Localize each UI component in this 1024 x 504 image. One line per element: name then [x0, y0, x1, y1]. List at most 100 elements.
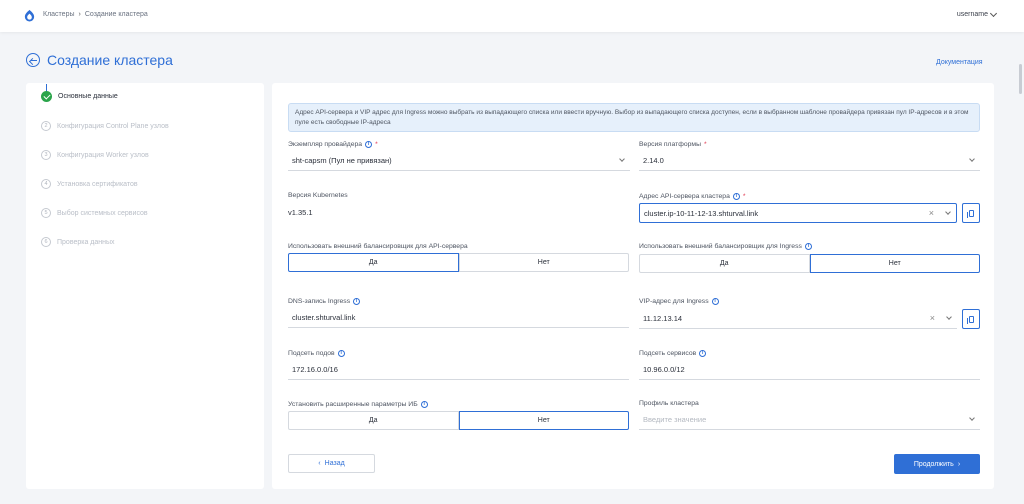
step-number: 3 — [41, 150, 51, 160]
cluster-profile-select[interactable]: Введите значение — [639, 410, 980, 430]
copy-icon — [966, 315, 974, 324]
label-text: Подсеть сервисов — [639, 350, 697, 357]
breadcrumb-create-cluster: Создание кластера — [84, 11, 148, 18]
chevron-down-icon — [945, 209, 951, 215]
step-certificates: 4 Установка сертификатов — [41, 179, 138, 189]
info-icon[interactable]: i — [732, 193, 740, 200]
breadcrumb-separator: › — [78, 11, 81, 18]
back-arrow-icon[interactable] — [26, 53, 40, 67]
info-icon[interactable]: i — [711, 298, 719, 305]
input-value: 11.12.13.14 — [643, 314, 683, 323]
provider-instance-select[interactable]: sht-capsm (Пул не привязан) — [288, 151, 630, 171]
steps-panel — [26, 83, 264, 489]
external-lb-ingress-yes[interactable]: Да — [639, 254, 810, 273]
api-server-address-input[interactable]: cluster.ip-10-11-12-13.shturval.link × — [639, 203, 957, 223]
chevron-down-icon — [619, 156, 625, 162]
chevron-left-icon: ‹ — [318, 460, 321, 467]
external-lb-api-no[interactable]: Нет — [458, 253, 629, 272]
external-lb-ingress-no[interactable]: Нет — [809, 254, 980, 273]
continue-button-label: Продолжить — [913, 460, 954, 468]
back-button-label: Назад — [324, 460, 345, 467]
select-value: sht-capsm (Пул не привязан) — [292, 156, 392, 165]
info-banner: Адрес API-сервера и VIP адрес для Ingres… — [288, 103, 980, 132]
breadcrumb: Кластеры › Создание кластера — [43, 11, 148, 18]
label-text: Адрес API-сервера кластера — [639, 193, 730, 200]
platform-version-select[interactable]: 2.14.0 — [639, 151, 980, 171]
dns-ingress-input[interactable]: cluster.shturval.link — [288, 308, 629, 328]
advanced-params-toggle: Да Нет — [288, 411, 629, 430]
step-worker: 3 Конфигурация Worker узлов — [41, 150, 149, 160]
page-header: Создание кластера — [26, 52, 173, 68]
documentation-link[interactable]: Документация — [936, 59, 983, 66]
input-value: 172.16.0.0/16 — [292, 365, 338, 374]
info-icon[interactable]: i — [353, 298, 361, 305]
input-value: 10.96.0.0/12 — [643, 365, 685, 374]
external-lb-api-yes[interactable]: Да — [288, 253, 459, 272]
step-label: Выбор системных сервисов — [57, 209, 148, 217]
dns-ingress-label: DNS-запись Ingress i — [288, 298, 361, 305]
advanced-params-no[interactable]: Нет — [458, 411, 629, 430]
kubernetes-version-label: Версия Kubernetes — [288, 192, 348, 199]
back-button[interactable]: ‹ Назад — [288, 454, 375, 473]
chevron-right-icon: › — [957, 460, 961, 468]
pod-subnet-label: Подсеть подов i — [288, 350, 345, 357]
check-icon — [41, 91, 52, 102]
step-label: Проверка данных — [57, 238, 115, 246]
username: username — [956, 11, 988, 18]
external-lb-ingress-label: Использовать внешний балансировщик для I… — [639, 243, 812, 250]
copy-icon — [966, 209, 974, 218]
info-icon[interactable]: i — [699, 350, 707, 357]
advanced-params-label: Установить расширенные параметры ИБ i — [288, 401, 428, 408]
scrollbar[interactable] — [1019, 64, 1022, 94]
step-control-plane: 2 Конфигурация Control Plane узлов — [41, 121, 169, 131]
info-icon[interactable]: i — [337, 350, 345, 357]
label-text: Использовать внешний балансировщик для I… — [639, 243, 802, 250]
copy-vip-button[interactable] — [962, 309, 980, 329]
service-subnet-label: Подсеть сервисов i — [639, 350, 707, 357]
label-text: Версия платформы — [639, 141, 701, 148]
top-bar: Кластеры › Создание кластера username — [0, 0, 1024, 32]
step-number: 5 — [41, 208, 51, 218]
step-system-services: 5 Выбор системных сервисов — [41, 208, 148, 218]
info-icon[interactable]: i — [420, 401, 428, 408]
step-label: Основные данные — [58, 93, 118, 100]
advanced-params-yes[interactable]: Да — [288, 411, 459, 430]
input-value: cluster.shturval.link — [292, 313, 356, 322]
info-icon[interactable]: i — [365, 141, 373, 148]
pod-subnet-input[interactable]: 172.16.0.0/16 — [288, 360, 629, 380]
api-server-address-label: Адрес API-сервера кластера i * — [639, 193, 746, 200]
provider-instance-label: Экземпляр провайдера i * — [288, 141, 378, 148]
vip-ingress-input[interactable]: 11.12.13.14 × — [639, 309, 957, 329]
label-text: Установить расширенные параметры ИБ — [288, 401, 418, 408]
input-value: cluster.ip-10-11-12-13.shturval.link — [644, 208, 759, 218]
breadcrumb-clusters[interactable]: Кластеры — [43, 11, 75, 18]
app-logo-icon[interactable] — [23, 9, 36, 22]
copy-api-address-button[interactable] — [962, 203, 980, 223]
label-text: Экземпляр провайдера — [288, 141, 363, 148]
page-title: Создание кластера — [47, 52, 173, 68]
kubernetes-version-value: v1.35.1 — [288, 208, 313, 217]
external-lb-api-toggle: Да Нет — [288, 253, 629, 272]
required-mark: * — [375, 141, 378, 148]
cluster-profile-label: Профиль кластера — [639, 400, 699, 407]
user-menu[interactable]: username — [956, 9, 998, 18]
step-number: 4 — [41, 179, 51, 189]
label-text: DNS-запись Ingress — [288, 298, 351, 305]
clear-icon[interactable]: × — [929, 208, 934, 218]
info-icon[interactable]: i — [804, 243, 812, 250]
continue-button[interactable]: Продолжить › — [894, 454, 980, 474]
step-label: Конфигурация Control Plane узлов — [57, 122, 169, 130]
step-label: Установка сертификатов — [57, 180, 138, 188]
step-basic-data[interactable]: Основные данные — [41, 91, 118, 102]
chevron-down-icon — [969, 415, 975, 421]
required-mark: * — [742, 193, 746, 200]
service-subnet-input[interactable]: 10.96.0.0/12 — [639, 360, 980, 380]
chevron-down-icon — [989, 9, 998, 17]
chevron-down-icon — [946, 314, 952, 320]
step-number: 6 — [41, 237, 51, 247]
label-text: VIP-адрес для Ingress — [639, 298, 709, 305]
clear-icon[interactable]: × — [930, 313, 935, 323]
select-value: 2.14.0 — [643, 156, 664, 165]
select-placeholder: Введите значение — [643, 415, 707, 424]
vip-ingress-label: VIP-адрес для Ingress i — [639, 298, 719, 305]
